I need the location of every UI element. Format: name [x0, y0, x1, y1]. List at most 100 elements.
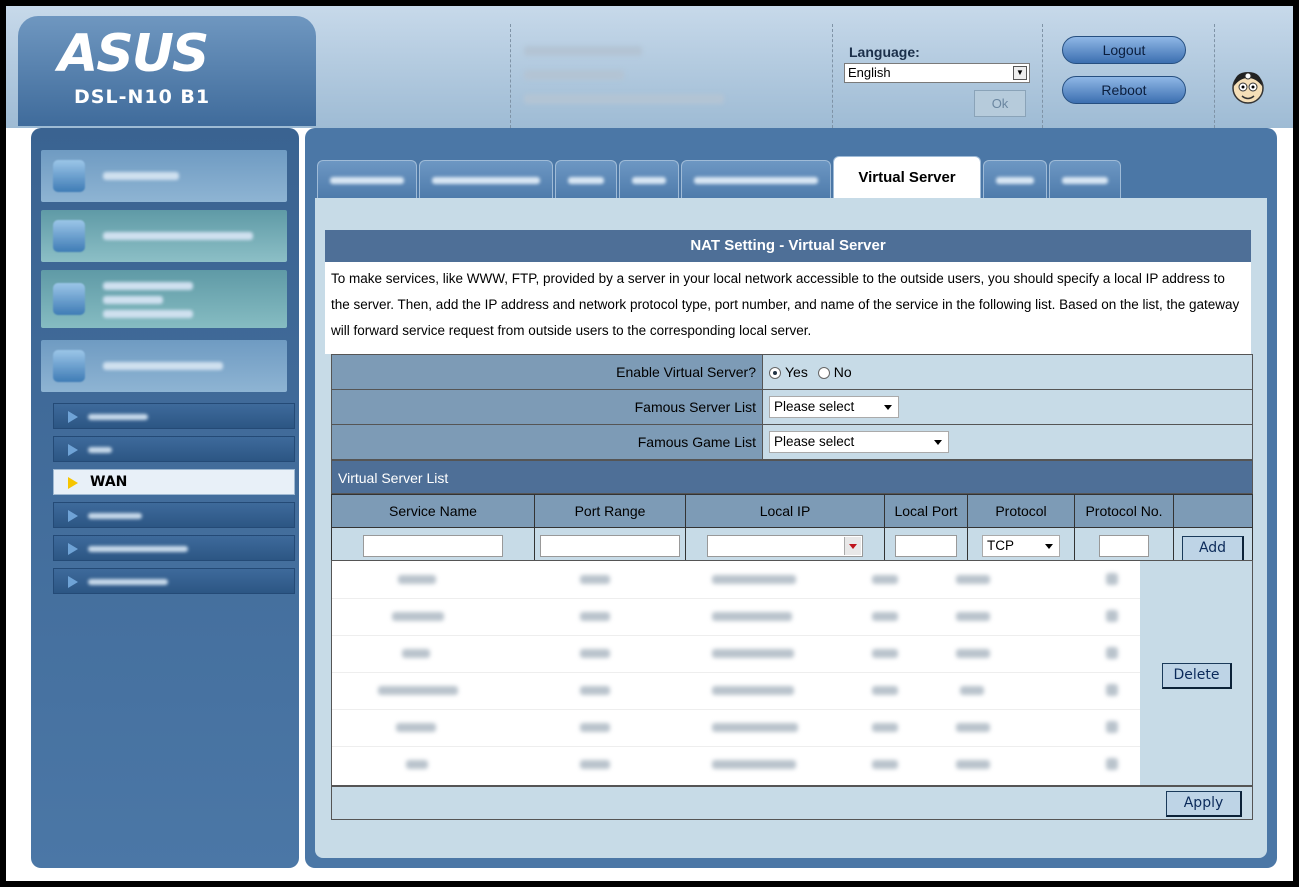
- service-name-cell: [331, 527, 535, 565]
- tab-qos[interactable]: [619, 160, 679, 198]
- redacted-cell: [712, 686, 794, 695]
- protocol-cell: TCP: [967, 527, 1075, 565]
- famous-game-value: Please select: [774, 434, 855, 449]
- arrow-right-icon: [68, 510, 78, 522]
- row-checkbox[interactable]: [1106, 721, 1118, 733]
- submenu-lan[interactable]: [53, 436, 295, 462]
- redacted-label: [330, 177, 404, 184]
- redacted-cell: [580, 575, 610, 584]
- submenu-administration[interactable]: [53, 535, 295, 561]
- protocol-no-input[interactable]: [1099, 535, 1149, 557]
- protocol-select[interactable]: TCP: [982, 535, 1060, 557]
- enable-value: Yes No: [762, 354, 1253, 390]
- apply-button[interactable]: Apply: [1166, 791, 1242, 817]
- no-label: No: [833, 364, 852, 380]
- redacted-label: [103, 296, 163, 304]
- table-row: [332, 709, 1140, 747]
- redacted-cell: [712, 760, 796, 769]
- redacted-cell: [712, 575, 796, 584]
- row-checkbox[interactable]: [1106, 573, 1118, 585]
- submenu-wan[interactable]: WAN: [53, 469, 295, 495]
- redacted-cell: [580, 686, 610, 695]
- arrow-right-icon: [68, 411, 78, 423]
- header-divider: [832, 24, 833, 128]
- redacted-label: [88, 546, 188, 552]
- advanced-setting-icon: [53, 350, 85, 382]
- virtual-server-table: Service Name Port Range Local IP Local P…: [331, 494, 1253, 565]
- redacted-cell: [402, 649, 430, 658]
- add-entry-row: TCP Add: [331, 527, 1253, 565]
- tab-strip: Virtual Server: [315, 156, 1267, 198]
- row-checkbox[interactable]: [1106, 647, 1118, 659]
- delete-button[interactable]: Delete: [1162, 663, 1232, 689]
- language-ok-button[interactable]: Ok: [974, 90, 1026, 117]
- submenu-firewall[interactable]: [53, 502, 295, 528]
- redacted-cell: [406, 760, 428, 769]
- local-port-input[interactable]: [895, 535, 957, 557]
- tab-ethernet-wan[interactable]: [419, 160, 553, 198]
- tab-iptv[interactable]: [555, 160, 617, 198]
- content-area: NAT Setting - Virtual Server To make ser…: [315, 198, 1267, 858]
- add-button[interactable]: Add: [1182, 536, 1244, 562]
- column-header: Local IP: [685, 494, 885, 528]
- famous-server-row: Famous Server List Please select: [331, 389, 1253, 425]
- nav-advanced-setting[interactable]: [41, 340, 287, 392]
- port-range-input[interactable]: [540, 535, 680, 557]
- redacted-cell: [956, 649, 990, 658]
- redacted-cell: [872, 575, 898, 584]
- header: ASUS DSL-N10 B1 Language: English ▼ Ok L…: [6, 6, 1293, 128]
- section-description: To make services, like WWW, FTP, provide…: [325, 262, 1251, 354]
- tab-ddns[interactable]: [1049, 160, 1121, 198]
- nav-network-map[interactable]: [41, 150, 287, 202]
- redacted-cell: [378, 686, 458, 695]
- local-ip-dropdown-button[interactable]: [844, 537, 861, 555]
- submenu-system-log[interactable]: [53, 568, 295, 594]
- port-range-cell: [534, 527, 686, 565]
- router-admin-page: ASUS DSL-N10 B1 Language: English ▼ Ok L…: [6, 6, 1293, 881]
- redacted-cell: [396, 723, 436, 732]
- protocol-value: TCP: [987, 538, 1014, 553]
- language-select[interactable]: English ▼: [844, 63, 1030, 83]
- enable-no-radio[interactable]: [817, 367, 830, 380]
- famous-server-select[interactable]: Please select: [769, 396, 899, 418]
- redacted-cell: [580, 760, 610, 769]
- local-ip-input[interactable]: [707, 535, 863, 557]
- nav-bandwidth-management[interactable]: [41, 270, 287, 328]
- famous-game-select[interactable]: Please select: [769, 431, 949, 453]
- row-checkbox[interactable]: [1106, 610, 1118, 622]
- redacted-cell: [872, 612, 898, 621]
- row-checkbox[interactable]: [1106, 684, 1118, 696]
- redacted-label: [88, 414, 148, 420]
- nav-quick-internet-setup[interactable]: [41, 210, 287, 262]
- redacted-cell: [960, 686, 984, 695]
- language-label: Language:: [849, 44, 920, 60]
- tab-port-trigger[interactable]: [681, 160, 831, 198]
- header-divider: [1214, 24, 1215, 128]
- header-divider: [510, 24, 511, 128]
- logo-area: ASUS DSL-N10 B1: [18, 16, 316, 126]
- yes-label: Yes: [785, 364, 808, 380]
- chevron-down-icon: ▼: [1013, 66, 1027, 80]
- redacted-label: [103, 310, 193, 318]
- logout-button[interactable]: Logout: [1062, 36, 1186, 64]
- local-port-cell: [884, 527, 968, 565]
- main-panel: Virtual Server NAT Setting - Virtual Ser…: [305, 128, 1277, 868]
- reboot-button[interactable]: Reboot: [1062, 76, 1186, 104]
- row-checkbox[interactable]: [1106, 758, 1118, 770]
- redacted-cell: [872, 649, 898, 658]
- submenu-wireless[interactable]: [53, 403, 295, 429]
- enable-row: Enable Virtual Server? Yes No: [331, 354, 1253, 390]
- service-name-input[interactable]: [363, 535, 503, 557]
- tab-virtual-server[interactable]: Virtual Server: [833, 156, 981, 198]
- delete-area: Delete: [1140, 561, 1252, 785]
- redacted-cell: [392, 612, 444, 621]
- enable-yes-radio[interactable]: [769, 367, 781, 380]
- header-divider: [1042, 24, 1043, 128]
- table-row: [332, 672, 1140, 710]
- tab-dmz[interactable]: [983, 160, 1047, 198]
- redacted-cell: [580, 649, 610, 658]
- left-navigation: WAN: [31, 128, 299, 868]
- tab-dsl-wan[interactable]: [317, 160, 417, 198]
- redacted-label: [103, 172, 179, 180]
- redacted-cell: [398, 575, 436, 584]
